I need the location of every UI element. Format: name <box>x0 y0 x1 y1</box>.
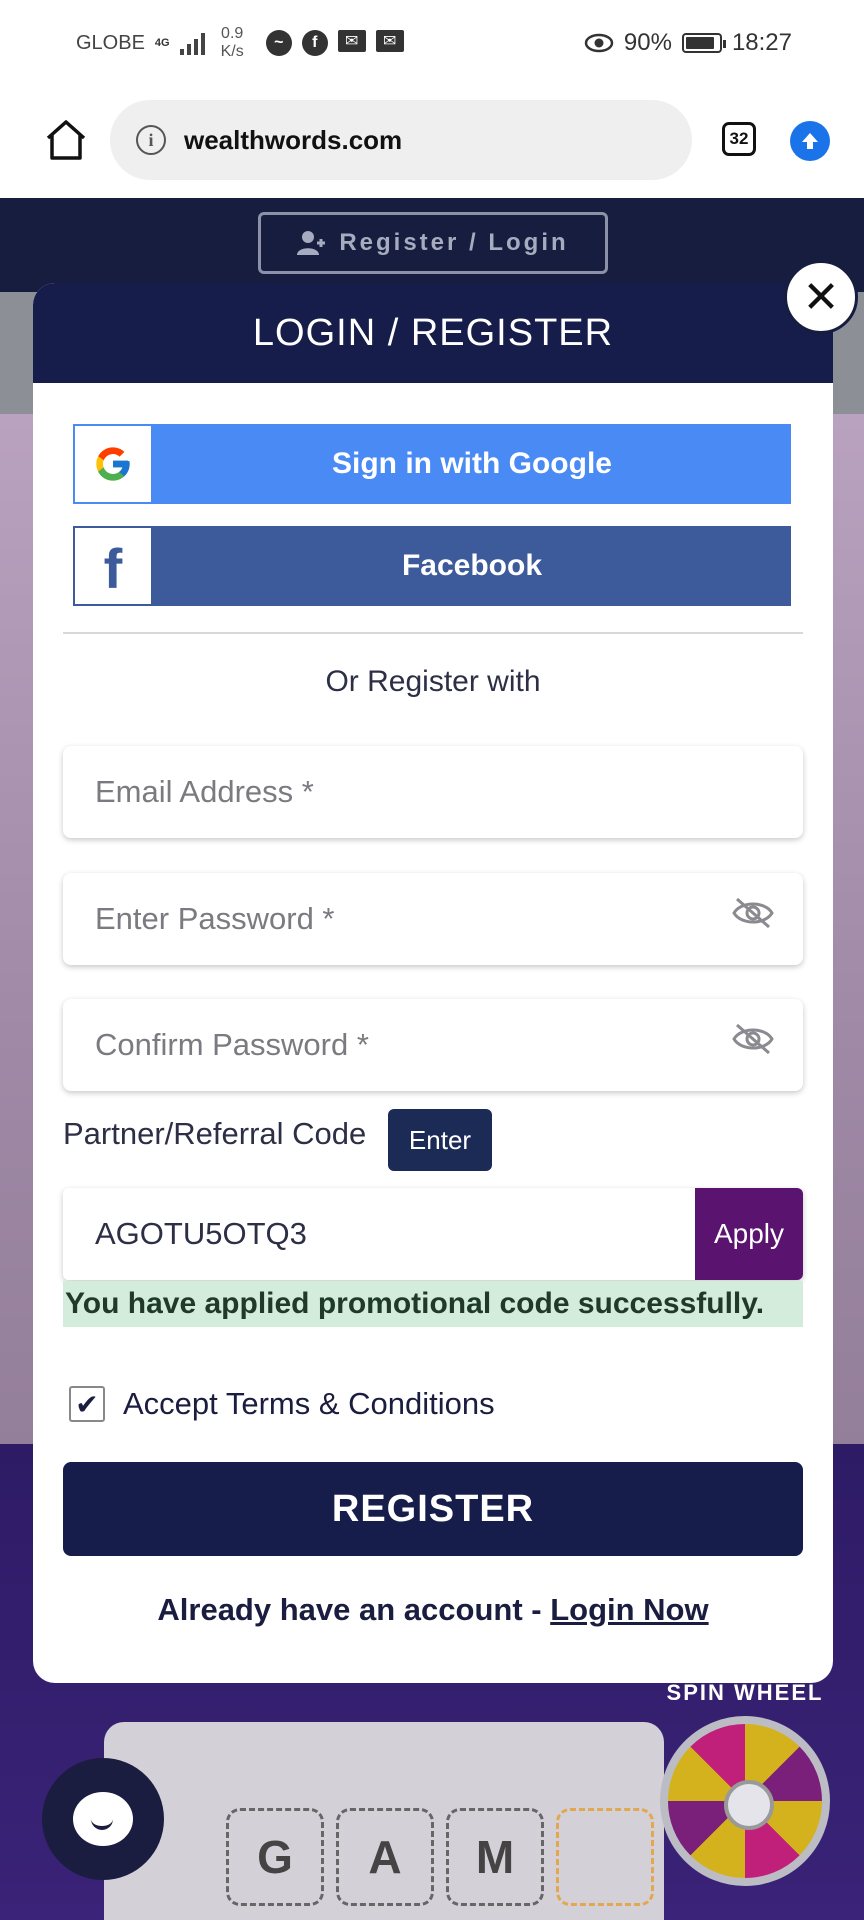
email-input[interactable] <box>95 774 715 810</box>
google-signin-label: Sign in with Google <box>332 447 612 480</box>
url-text[interactable]: wealthwords.com <box>184 125 402 156</box>
battery-icon <box>681 33 726 53</box>
enter-referral-button[interactable]: Enter <box>388 1109 492 1171</box>
email-field[interactable] <box>63 746 803 838</box>
facebook-signin-label: Facebook <box>401 549 543 582</box>
terms-checkbox[interactable]: ✔ <box>69 1386 105 1422</box>
login-register-modal: LOGIN / REGISTER Sign in with Google f F… <box>33 283 833 1683</box>
password-field[interactable] <box>63 873 803 965</box>
letter-tile: A <box>336 1808 434 1906</box>
close-icon[interactable]: ✕ <box>784 260 858 334</box>
already-account-text: Already have an account - Login Now <box>157 1592 709 1627</box>
spin-wheel-label: SPIN WHEEL <box>666 1680 824 1705</box>
carrier-name: GLOBE <box>76 31 145 54</box>
google-logo-icon <box>73 424 153 504</box>
terms-label[interactable]: Accept Terms & Conditions <box>123 1386 495 1422</box>
network-speed: 0.9 K/s <box>220 25 244 60</box>
info-icon[interactable]: i <box>136 125 166 155</box>
mail-icon: ✉ <box>375 30 404 52</box>
browser-toolbar: i wealthwords.com 32 <box>0 86 864 198</box>
facebook-logo-icon: f <box>73 526 153 606</box>
or-register-text: Or Register with <box>325 665 541 698</box>
password-input[interactable] <box>95 901 715 937</box>
chat-button[interactable] <box>42 1758 164 1880</box>
confirm-password-input[interactable] <box>95 1027 715 1063</box>
google-signin-button[interactable]: Sign in with Google <box>73 424 791 504</box>
clock: 18:27 <box>731 29 792 56</box>
facebook-icon: f <box>301 30 328 56</box>
mail-icon: ✉ <box>337 30 366 52</box>
messenger-icon: ~ <box>265 30 292 56</box>
promo-success-message: You have applied promotional code succes… <box>63 1281 803 1327</box>
battery-percent: 90% <box>623 29 672 56</box>
tab-switcher-button[interactable]: 32 <box>722 122 756 156</box>
eye-off-icon[interactable] <box>731 895 775 931</box>
divider <box>63 632 803 634</box>
confirm-password-field[interactable] <box>63 999 803 1091</box>
add-user-icon <box>297 231 326 255</box>
upload-icon[interactable] <box>790 121 830 161</box>
apply-button[interactable]: Apply <box>695 1188 803 1280</box>
register-login-button[interactable]: Register / Login <box>258 212 608 274</box>
referral-code-input[interactable] <box>95 1216 695 1252</box>
status-bar: GLOBE 4G 0.9 K/s ~ f ✉ ✉ 90% 18:27 <box>0 0 864 86</box>
chat-icon <box>73 1792 133 1846</box>
facebook-signin-button[interactable]: f Facebook <box>73 526 791 606</box>
register-button[interactable]: REGISTER <box>63 1462 803 1556</box>
login-now-link[interactable]: Login Now <box>550 1592 708 1627</box>
network-type: 4G <box>154 36 170 49</box>
signal-icon <box>179 31 205 55</box>
address-bar[interactable]: i wealthwords.com <box>110 100 692 180</box>
letter-tile: G <box>226 1808 324 1906</box>
letter-tile: M <box>446 1808 544 1906</box>
spin-wheel-widget[interactable]: SPIN WHEEL <box>640 1680 850 1890</box>
referral-code-field[interactable] <box>63 1188 695 1280</box>
referral-code-label: Partner/Referral Code <box>63 1116 367 1151</box>
wheel-icon[interactable] <box>660 1716 830 1886</box>
eye-comfort-icon <box>584 33 614 53</box>
home-icon[interactable] <box>42 116 90 164</box>
terms-row[interactable]: ✔ Accept Terms & Conditions <box>69 1386 495 1422</box>
eye-off-icon[interactable] <box>731 1021 775 1057</box>
modal-title: LOGIN / REGISTER <box>33 283 833 383</box>
game-letter-tiles: G A M <box>226 1808 654 1906</box>
referral-code-row: Apply <box>63 1188 803 1280</box>
site-header: Register / Login <box>0 198 864 292</box>
